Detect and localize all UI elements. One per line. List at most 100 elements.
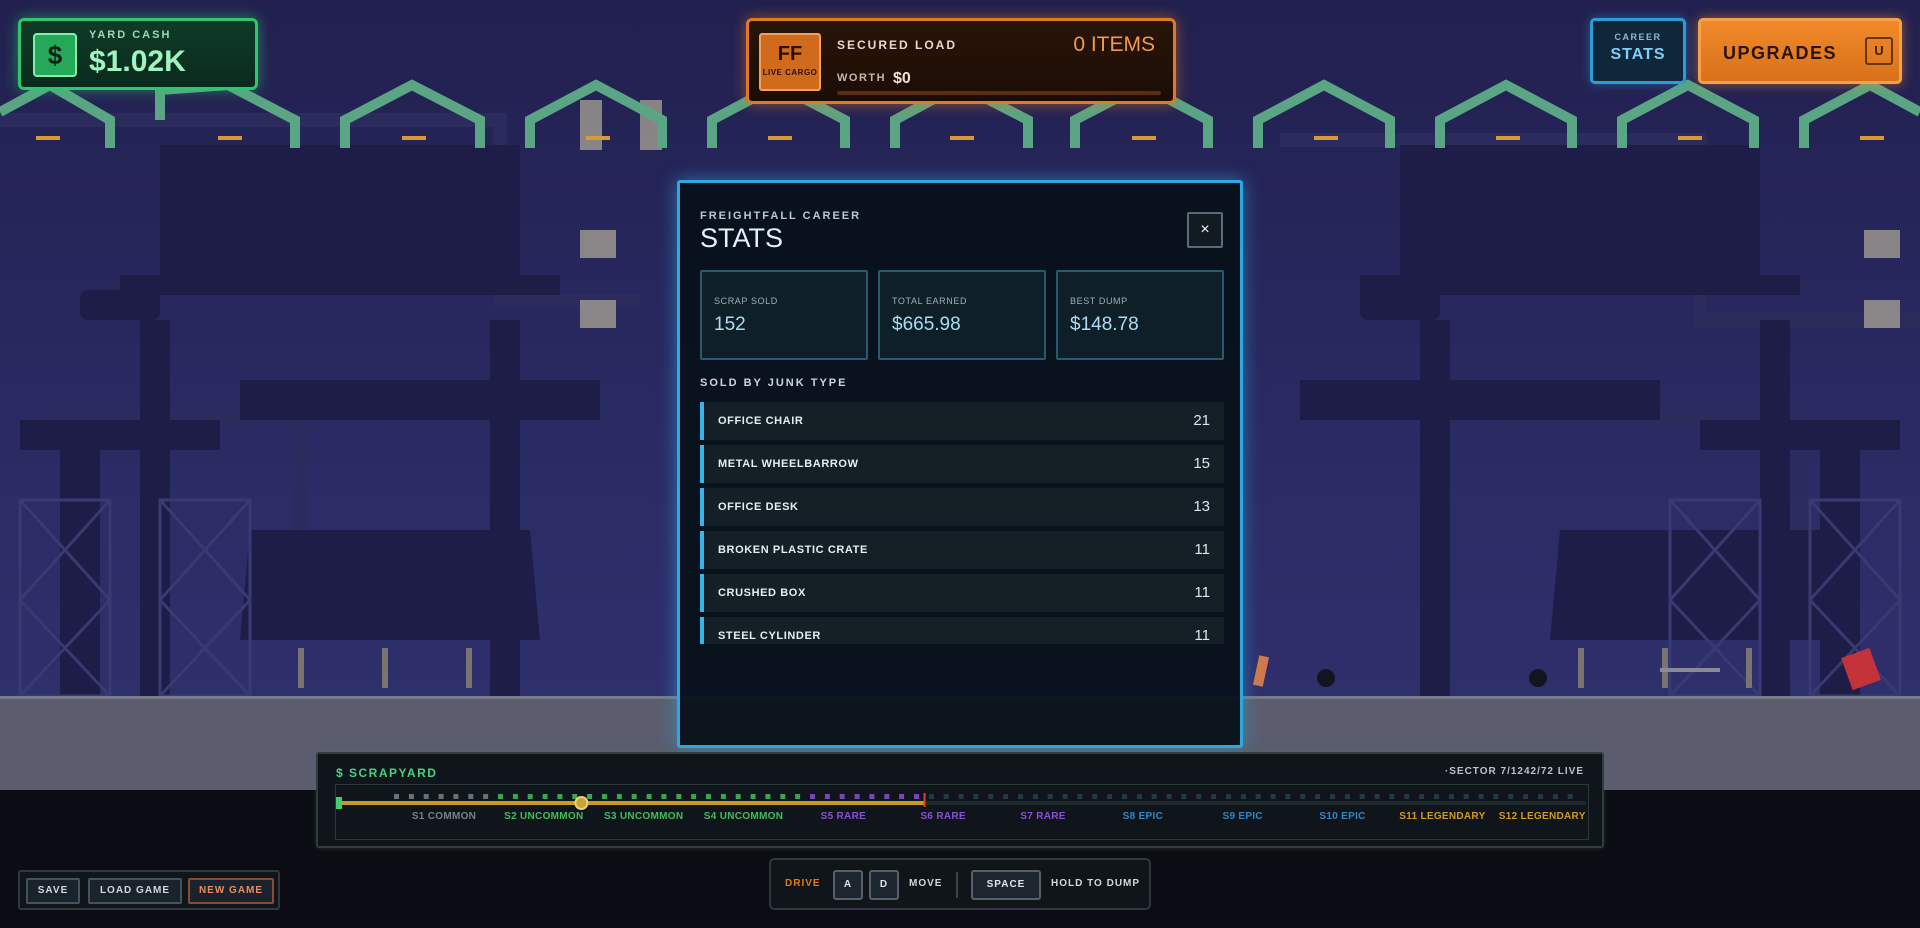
key-a: A: [833, 870, 863, 900]
modal-title: STATS: [700, 223, 784, 253]
sector-label: S11 LEGENDARY: [1399, 811, 1486, 822]
load-items-count: 0 ITEMS: [1073, 33, 1155, 56]
track-tick: [1404, 794, 1410, 799]
sector-label: S9 EPIC: [1222, 811, 1263, 822]
secured-load-panel: FF LIVE CARGO SECURED LOAD 0 ITEMS WORTH…: [746, 18, 1176, 104]
track-tick: [542, 794, 548, 799]
sector-label: S2 UNCOMMON: [504, 811, 584, 822]
total-earned-card: TOTAL EARNED $665.98: [878, 270, 1046, 360]
track-tick: [765, 794, 771, 799]
track-tick: [438, 794, 444, 799]
junk-type-heading: SOLD BY JUNK TYPE: [700, 377, 848, 389]
track-tick: [854, 794, 860, 799]
track-tick: [1434, 794, 1439, 799]
move-label: MOVE: [909, 878, 943, 889]
track-tick: [1240, 794, 1246, 799]
track-tick: [1018, 794, 1023, 799]
track-tick: [1003, 794, 1009, 799]
track-tick: [706, 794, 711, 799]
track-tick: [646, 794, 652, 799]
junk-name: BROKEN PLASTIC CRATE: [718, 544, 868, 556]
track-tick: [1211, 794, 1217, 799]
track-tick: [780, 794, 786, 799]
junk-count: 21: [1193, 412, 1210, 429]
track-tick: [1448, 794, 1454, 799]
track-tick: [750, 794, 756, 799]
sector-label: S10 EPIC: [1319, 811, 1366, 822]
track-tick: [616, 794, 622, 799]
file-menu-panel: SAVE LOAD GAME NEW GAME: [18, 870, 280, 910]
sector-label: S12 LEGENDARY: [1498, 811, 1586, 822]
track-tick: [810, 794, 815, 799]
sector-label: S3 UNCOMMON: [603, 811, 684, 822]
track-tick: [1538, 794, 1543, 799]
load-game-button[interactable]: LOAD GAME: [88, 878, 182, 904]
track-tick: [587, 794, 593, 799]
sector-label: S8 EPIC: [1122, 811, 1164, 822]
career-stats-modal: FREIGHTFALL CAREER STATS × SCRAP SOLD 15…: [677, 180, 1243, 748]
track-tick: [720, 794, 726, 799]
junk-count: 11: [1194, 627, 1210, 644]
career-stats-button[interactable]: CAREER STATS: [1590, 18, 1686, 84]
track-tick: [1181, 794, 1187, 799]
controls-hint-panel: DRIVE A D MOVE SPACE HOLD TO DUMP: [769, 858, 1151, 910]
track-tick: [1567, 794, 1573, 799]
list-item: OFFICE CHAIR 21: [700, 402, 1224, 440]
dollar-icon: $: [33, 33, 77, 77]
modal-kicker: FREIGHTFALL CAREER: [700, 210, 862, 222]
track-tick: [1478, 794, 1484, 799]
controls-divider: [956, 872, 958, 898]
track-tick: [1508, 794, 1514, 799]
track-tick: [988, 794, 994, 799]
junk-name: STEEL CYLINDER: [718, 630, 821, 642]
track-tick: [899, 794, 905, 799]
hold-to-dump-label: HOLD TO DUMP: [1051, 878, 1141, 889]
track-tick: [483, 794, 489, 799]
close-button[interactable]: ×: [1187, 212, 1223, 248]
track-tick: [869, 794, 875, 799]
sector-label: S7 RARE: [1020, 811, 1066, 822]
track-tick: [557, 794, 563, 799]
track-tick: [1419, 794, 1425, 799]
best-dump-card: BEST DUMP $148.78: [1056, 270, 1224, 360]
track-title: $ SCRAPYARD: [336, 766, 438, 780]
track-tick: [1359, 794, 1365, 799]
player-marker-icon: [574, 796, 589, 810]
yard-cash-value: $1.02K: [89, 45, 186, 78]
stats-label: STATS: [1610, 46, 1666, 63]
track-tick: [973, 794, 979, 799]
upgrades-label: UPGRADES: [1723, 43, 1838, 63]
junk-name: CRUSHED BOX: [718, 587, 806, 599]
track-tick: [1122, 794, 1127, 799]
track-tick: [1136, 794, 1142, 799]
track-tick: [1151, 794, 1157, 799]
stat-card-label: TOTAL EARNED: [892, 296, 968, 306]
load-worth-value: $0: [893, 70, 911, 87]
stat-card-label: BEST DUMP: [1070, 296, 1128, 306]
new-game-button[interactable]: NEW GAME: [188, 878, 274, 904]
stat-card-value: $148.78: [1070, 314, 1139, 335]
load-worth-label: WORTH: [837, 72, 887, 84]
save-button[interactable]: SAVE: [26, 878, 80, 904]
track-tick: [943, 794, 949, 799]
track-tick: [1552, 794, 1558, 799]
track-tick: [735, 794, 741, 799]
junk-type-list[interactable]: OFFICE CHAIR 21 METAL WHEELBARROW 15 OFF…: [700, 402, 1224, 644]
track-tick: [1389, 794, 1395, 799]
junk-count: 11: [1194, 584, 1210, 601]
track-tick: [1077, 794, 1083, 799]
track-tick: [498, 794, 503, 799]
upgrades-button[interactable]: UPGRADES U: [1698, 18, 1902, 84]
track-tick: [602, 794, 607, 799]
track-tick: [676, 794, 682, 799]
track-tick: [1330, 794, 1335, 799]
junk-count: 15: [1193, 455, 1210, 472]
junk-name: OFFICE DESK: [718, 501, 799, 513]
progress-end-marker: [923, 793, 926, 807]
track-tick: [1315, 794, 1321, 799]
track-tick: [1463, 794, 1469, 799]
track-tick: [958, 794, 964, 799]
track-tick: [1032, 794, 1038, 799]
drive-label: DRIVE: [785, 878, 821, 889]
track-tick: [408, 794, 414, 799]
